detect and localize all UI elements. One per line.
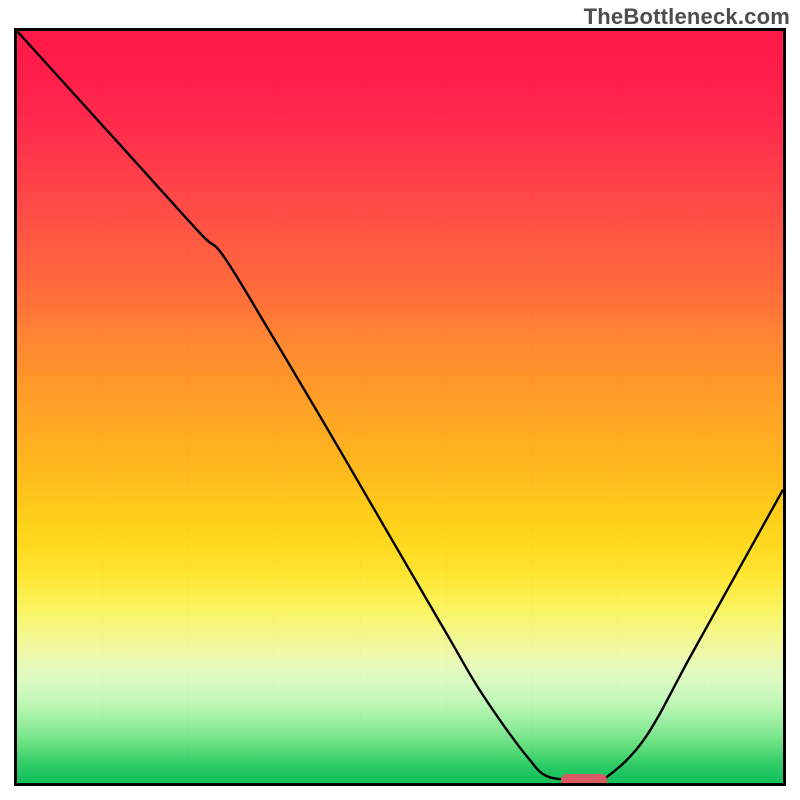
- curve-layer: [17, 31, 783, 783]
- chart-container: TheBottleneck.com: [0, 0, 800, 800]
- optimal-marker: [561, 774, 607, 786]
- main-curve: [17, 31, 783, 781]
- watermark-text: TheBottleneck.com: [584, 4, 790, 30]
- plot-area: [14, 28, 786, 786]
